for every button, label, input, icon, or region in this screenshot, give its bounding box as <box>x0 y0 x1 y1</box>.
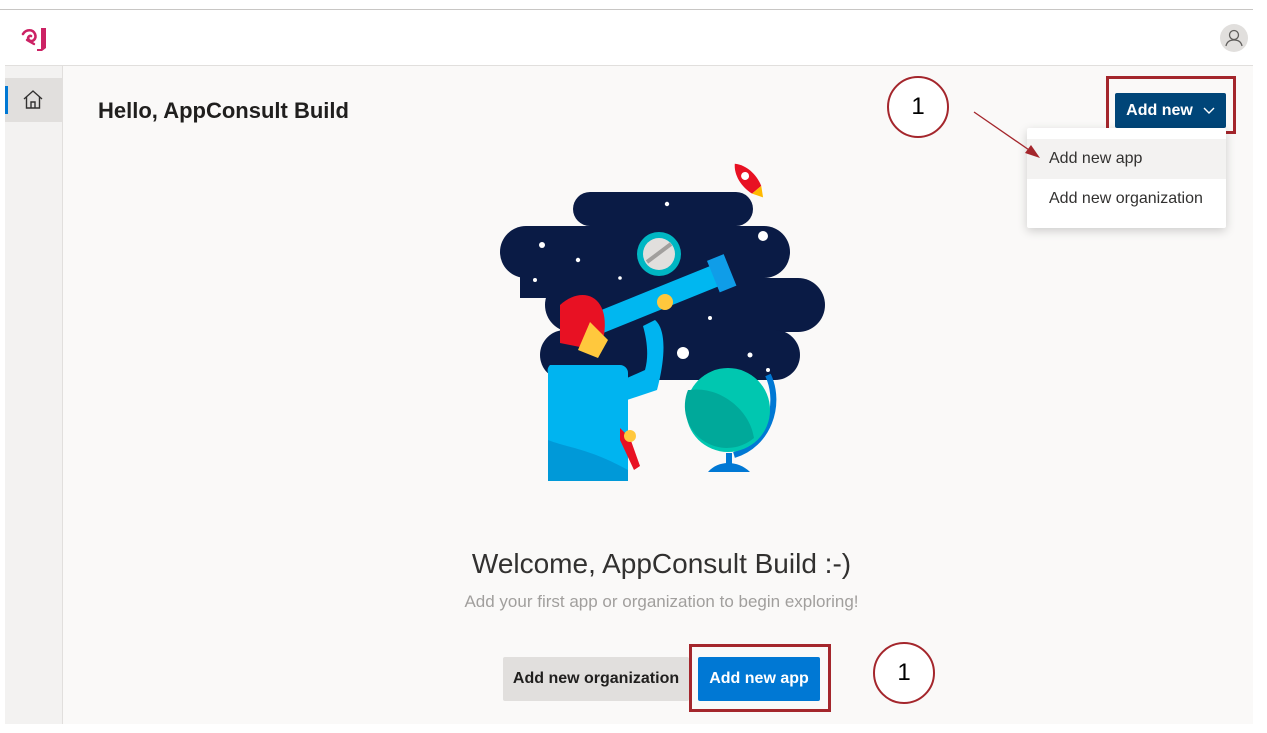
astronomer-illustration <box>500 163 825 481</box>
user-avatar-icon[interactable] <box>1220 24 1248 52</box>
menu-item-add-new-organization[interactable]: Add new organization <box>1027 179 1226 219</box>
menu-item-add-new-app[interactable]: Add new app <box>1027 139 1226 179</box>
add-new-dropdown-menu: Add new app Add new organization <box>1027 128 1226 228</box>
callout-arrow <box>973 111 1040 158</box>
left-nav <box>5 66 63 724</box>
active-indicator <box>5 86 8 114</box>
welcome-heading: Welcome, AppConsult Build :-) <box>471 548 852 579</box>
page-greeting: Hello, AppConsult Build <box>98 98 349 123</box>
highlight-frame-add-app <box>689 644 831 712</box>
callout-badge-bottom: 1 <box>873 642 935 704</box>
nav-item-home[interactable] <box>5 78 62 122</box>
highlight-frame-add-new <box>1106 76 1236 134</box>
callout-badge-top: 1 <box>887 76 949 138</box>
welcome-subtitle: Add your first app or organization to be… <box>464 592 859 611</box>
top-bar <box>5 10 1253 66</box>
home-icon <box>23 90 43 109</box>
add-new-organization-button[interactable]: Add new organization <box>503 657 689 701</box>
app-center-logo-icon[interactable] <box>19 26 49 52</box>
